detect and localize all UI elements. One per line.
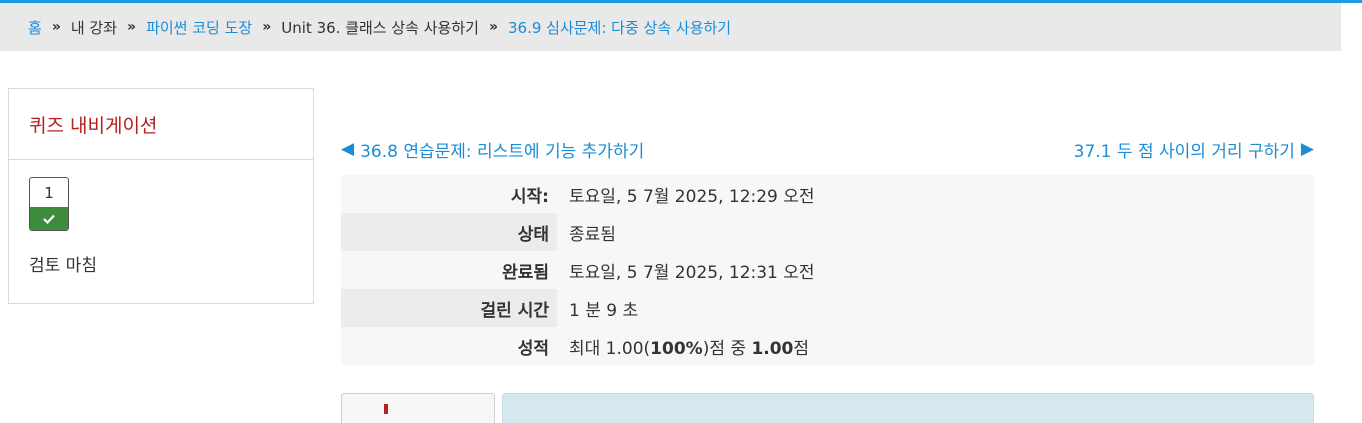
attempt-summary-table: 시작: 토요일, 5 7월 2025, 12:29 오전 상태 종료됨 완료됨 … <box>341 175 1314 365</box>
quiz-navigation-title: 퀴즈 내비게이션 <box>9 89 313 160</box>
triangle-right-icon: ▶ <box>1300 139 1314 159</box>
grade-prefix: 최대 1.00( <box>569 338 651 359</box>
breadcrumb-course[interactable]: 파이썬 코딩 도장 <box>146 17 252 38</box>
breadcrumb-my-courses: 내 강좌 <box>70 18 118 37</box>
started-value: 토요일, 5 7월 2025, 12:29 오전 <box>569 186 815 207</box>
breadcrumb: 홈 » 내 강좌 » 파이썬 코딩 도장 » Unit 36. 클래스 상속 사… <box>0 3 1341 51</box>
state-label: 상태 <box>517 224 549 245</box>
completed-value: 토요일, 5 7월 2025, 12:31 오전 <box>569 262 815 283</box>
summary-row-state: 상태 종료됨 <box>341 213 1314 251</box>
question-1-button[interactable]: 1 <box>29 177 69 231</box>
breadcrumb-separator: » <box>51 19 61 35</box>
started-label: 시작: <box>510 186 549 207</box>
breadcrumb-home[interactable]: 홈 <box>28 17 42 38</box>
state-value: 종료됨 <box>557 213 1314 251</box>
summary-row-grade: 성적 최대 1.00(100%)점 중 1.00점 <box>341 327 1314 365</box>
grade-percent: 100% <box>650 338 703 359</box>
grade-mid: )점 중 <box>702 338 752 359</box>
correct-check-icon <box>30 207 68 230</box>
breadcrumb-separator: » <box>488 19 498 35</box>
summary-row-started: 시작: 토요일, 5 7월 2025, 12:29 오전 <box>341 175 1314 213</box>
summary-row-time: 걸린 시간 1 분 9 초 <box>341 289 1314 327</box>
prev-activity-link[interactable]: ◀ 36.8 연습문제: 리스트에 기능 추가하기 <box>341 137 644 162</box>
next-activity-link[interactable]: 37.1 두 점 사이의 거리 구하기 ▶ <box>1074 137 1314 162</box>
summary-row-completed: 완료됨 토요일, 5 7월 2025, 12:31 오전 <box>341 251 1314 289</box>
activity-navigation: ◀ 36.8 연습문제: 리스트에 기능 추가하기 37.1 두 점 사이의 거… <box>341 135 1314 163</box>
prev-activity-label: 36.8 연습문제: 리스트에 기능 추가하기 <box>360 141 645 162</box>
question-number: 1 <box>44 183 54 202</box>
question-info-box <box>341 393 495 423</box>
question-status-marker <box>384 404 388 414</box>
completed-label: 완료됨 <box>502 262 549 283</box>
breadcrumb-separator: » <box>262 19 272 35</box>
question-content-box <box>502 393 1314 423</box>
time-taken-value: 1 분 9 초 <box>557 289 1314 327</box>
grade-value: 최대 1.00(100%)점 중 1.00점 <box>557 327 1314 365</box>
next-activity-label: 37.1 두 점 사이의 거리 구하기 <box>1073 141 1295 162</box>
breadcrumb-unit: Unit 36. 클래스 상속 사용하기 <box>281 18 479 37</box>
time-taken-label: 걸린 시간 <box>480 300 549 321</box>
grade-suffix: 점 <box>793 338 810 359</box>
grade-score: 1.00 <box>751 338 794 359</box>
grade-label: 성적 <box>517 338 549 359</box>
triangle-left-icon: ◀ <box>341 139 355 159</box>
finish-review-link[interactable]: 검토 마침 <box>29 251 97 276</box>
breadcrumb-current[interactable]: 36.9 심사문제: 다중 상속 사용하기 <box>508 17 731 38</box>
breadcrumb-separator: » <box>127 19 137 35</box>
quiz-navigation-block: 퀴즈 내비게이션 1 검토 마침 <box>8 88 314 304</box>
